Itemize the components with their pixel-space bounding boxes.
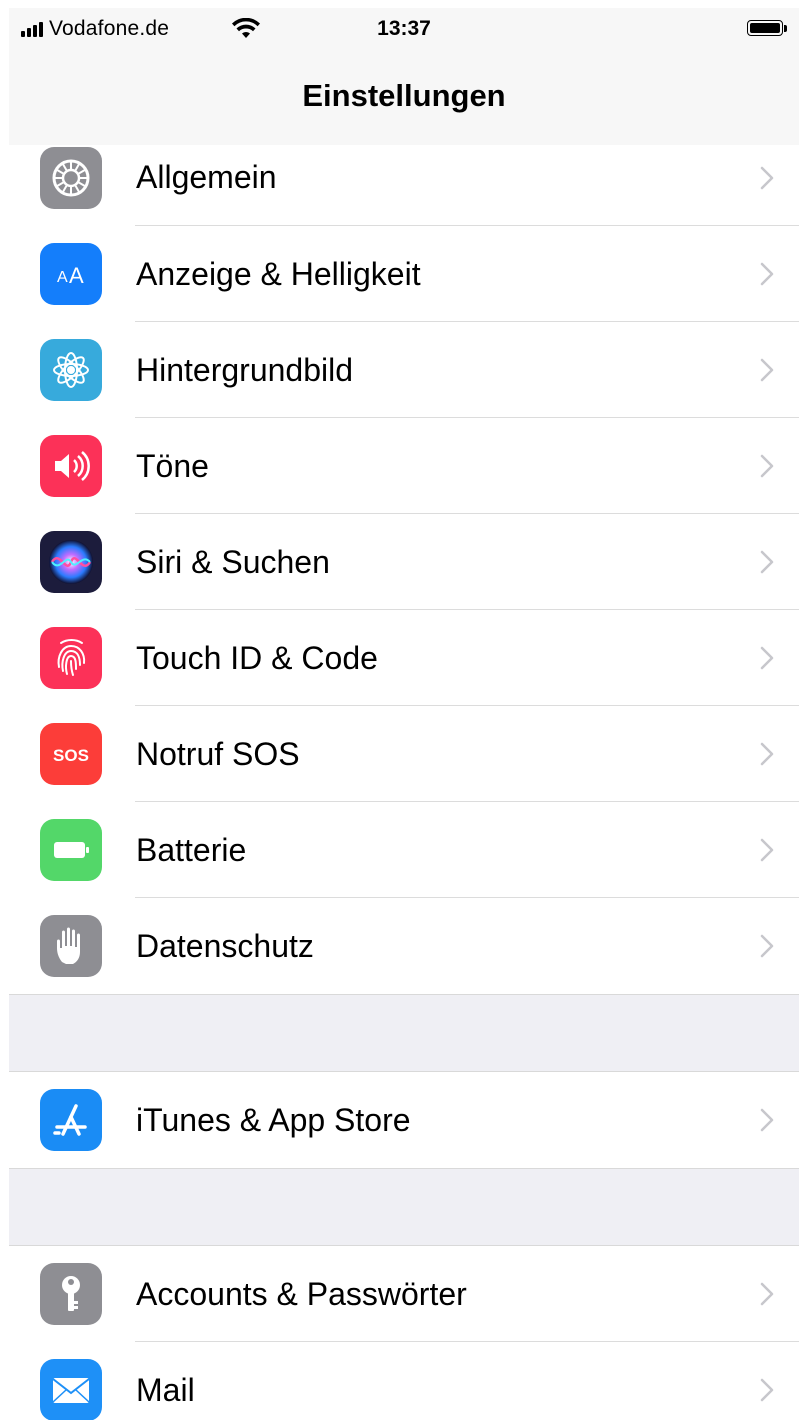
settings-row-accounts-passwoerter[interactable]: Accounts & Passwörter [9,1246,799,1342]
chevron-right-icon [760,1378,774,1402]
settings-list: Allgemein A A Anzeige & Helligkeit Hintergru… [9,145,799,1420]
section-separator [9,994,799,1072]
settings-row-notruf-sos[interactable]: SOS Notruf SOS [9,706,799,802]
siri-icon [40,531,102,593]
mail-icon [40,1359,102,1420]
sos-icon: SOS [40,723,102,785]
settings-row-itunes-app-store[interactable]: iTunes & App Store [9,1072,799,1168]
settings-row-label: Datenschutz [136,928,314,964]
page-title: Einstellungen [302,78,506,113]
settings-row-label: Touch ID & Code [136,640,378,676]
settings-row-datenschutz[interactable]: Datenschutz [9,898,799,994]
battery-status-icon [747,20,789,38]
settings-row-label: Anzeige & Helligkeit [136,256,421,292]
app-store-icon [40,1089,102,1151]
chevron-right-icon [760,166,774,190]
chevron-right-icon [760,934,774,958]
svg-text:A: A [57,269,68,286]
svg-text:A: A [69,263,84,288]
text-size-icon: AA [40,243,102,305]
settings-screen: Vodafone.de 13:37 Einstellungen Allgemei… [9,8,799,1420]
chevron-right-icon [760,742,774,766]
fingerprint-icon [40,627,102,689]
gear-icon [40,147,102,209]
chevron-right-icon [760,358,774,382]
chevron-right-icon [760,262,774,286]
hand-icon [40,915,102,977]
settings-row-label: Notruf SOS [136,736,300,772]
settings-row-label: Accounts & Passwörter [136,1276,467,1312]
flower-icon [40,339,102,401]
status-bar: Vodafone.de 13:37 [9,8,799,48]
speaker-icon [40,435,102,497]
settings-row-label: iTunes & App Store [136,1102,411,1138]
settings-row-batterie[interactable]: Batterie [9,802,799,898]
settings-row-label: Batterie [136,832,247,868]
settings-row-mail[interactable]: Mail [9,1342,799,1420]
chevron-right-icon [760,550,774,574]
settings-row-allgemein[interactable]: Allgemein [9,145,799,226]
chevron-right-icon [760,1108,774,1132]
settings-row-label: Mail [136,1372,195,1408]
settings-row-label: Hintergrundbild [136,352,354,388]
settings-row-label: Allgemein [136,159,277,195]
chevron-right-icon [760,646,774,670]
settings-row-label: Töne [136,448,209,484]
navigation-bar: Einstellungen [9,48,799,145]
settings-row-toene[interactable]: Töne [9,418,799,514]
section-separator [9,1168,799,1246]
chevron-right-icon [760,454,774,478]
settings-row-label: Siri & Suchen [136,544,330,580]
status-time: 13:37 [377,17,431,40]
top-chrome: Vodafone.de 13:37 Einstellungen [9,8,799,146]
chevron-right-icon [760,1282,774,1306]
settings-row-anzeige-helligkeit[interactable]: A A Anzeige & Helligkeit [9,226,799,322]
settings-row-hintergrundbild[interactable]: Hintergrundbild [9,322,799,418]
sos-icon-text: SOS [53,746,89,765]
battery-icon [40,819,102,881]
chevron-right-icon [760,838,774,862]
settings-row-siri-suchen[interactable]: Siri & Suchen [9,514,799,610]
key-icon [40,1263,102,1325]
settings-row-touch-id-code[interactable]: Touch ID & Code [9,610,799,706]
